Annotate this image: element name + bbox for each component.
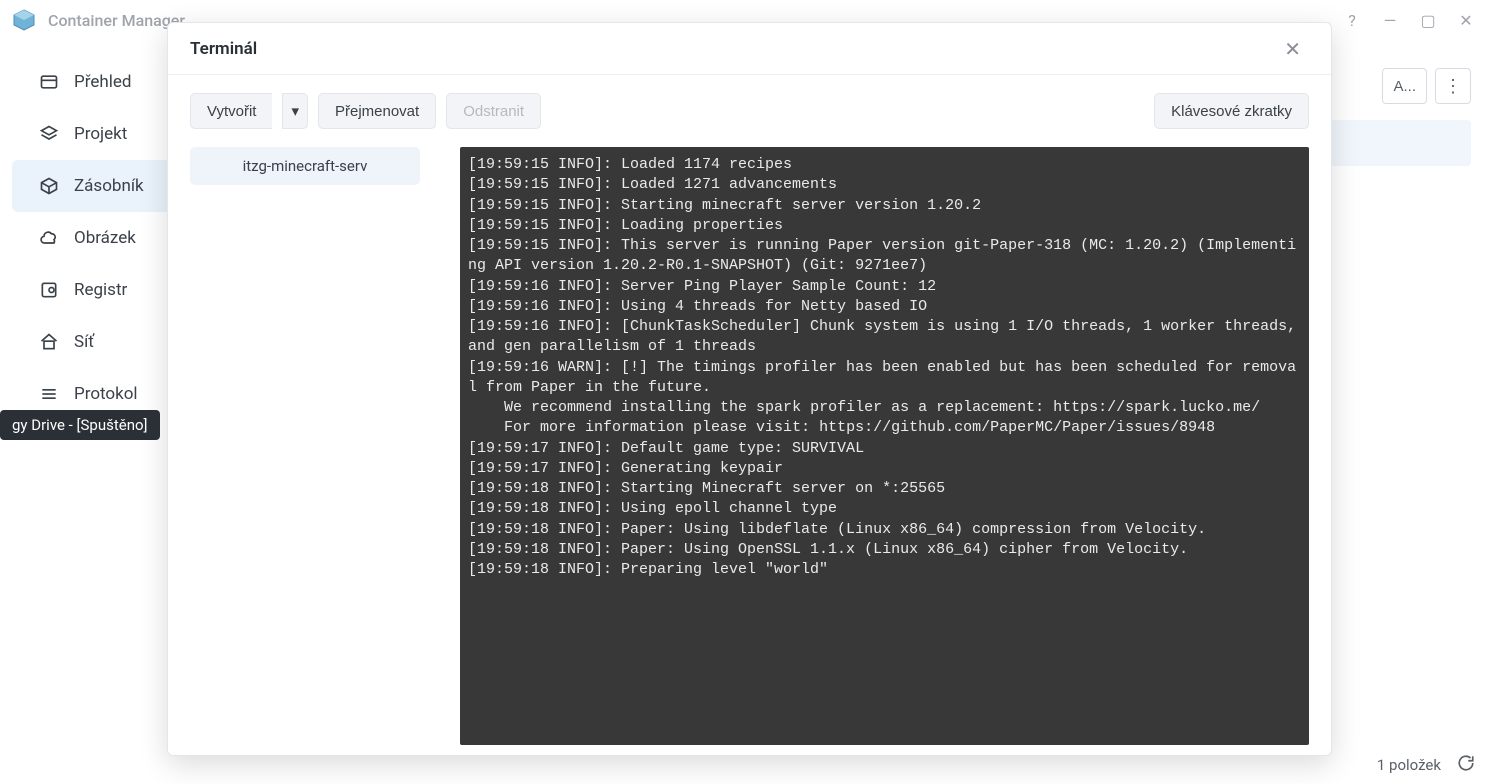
- terminal-tabs-panel: itzg-minecraft-serv: [190, 147, 420, 745]
- more-actions-button[interactable]: ⋮: [1435, 68, 1471, 104]
- status-bar: 1 položek: [1377, 754, 1475, 776]
- delete-button: Odstranit: [446, 93, 541, 129]
- item-count: 1 položek: [1377, 756, 1441, 774]
- chevron-down-icon: ▾: [291, 103, 299, 120]
- sidebar-item-label: Registr: [74, 280, 127, 300]
- modal-toolbar: Vytvořit ▾ Přejmenovat Odstranit Kláveso…: [190, 93, 1309, 129]
- cloud-icon: [38, 227, 60, 249]
- registry-icon: [38, 279, 60, 301]
- modal-title: Terminál: [190, 39, 257, 59]
- modal-close-button[interactable]: ✕: [1276, 33, 1309, 65]
- sidebar-item-label: Projekt: [74, 124, 127, 144]
- list-icon: [38, 383, 60, 405]
- minimize-icon[interactable]: —: [1381, 11, 1399, 30]
- sidebar-item-label: Přehled: [74, 72, 131, 92]
- app-icon: [12, 8, 36, 32]
- taskbar-tooltip: gy Drive - [Spuštěno]: [0, 410, 160, 440]
- terminal-tab[interactable]: itzg-minecraft-serv: [190, 147, 420, 185]
- refresh-button[interactable]: [1457, 754, 1475, 776]
- network-icon: [38, 331, 60, 353]
- layers-icon: [38, 123, 60, 145]
- cube-icon: [38, 175, 60, 197]
- keyboard-shortcuts-button[interactable]: Klávesové zkratky: [1154, 93, 1309, 129]
- maximize-icon[interactable]: ▢: [1419, 11, 1437, 30]
- dashboard-icon: [38, 71, 60, 93]
- sort-button[interactable]: A...: [1382, 68, 1427, 104]
- help-icon[interactable]: ?: [1343, 11, 1361, 30]
- terminal-output[interactable]: [19:59:15 INFO]: Loaded 1174 recipes [19…: [460, 147, 1309, 745]
- create-dropdown-button[interactable]: ▾: [282, 93, 308, 129]
- close-icon[interactable]: ✕: [1457, 11, 1475, 30]
- sidebar-item-label: Obrázek: [74, 228, 136, 248]
- window-title: Container Manager: [48, 11, 185, 30]
- modal-header: Terminál ✕: [168, 23, 1331, 75]
- sidebar-item-label: Zásobník: [74, 176, 144, 196]
- sidebar-item-label: Protokol: [74, 384, 138, 404]
- create-button[interactable]: Vytvořit: [190, 93, 272, 129]
- sidebar-item-label: Síť: [74, 332, 94, 352]
- terminal-modal: Terminál ✕ Vytvořit ▾ Přejmenovat Odstra…: [167, 22, 1332, 756]
- rename-button[interactable]: Přejmenovat: [318, 93, 436, 129]
